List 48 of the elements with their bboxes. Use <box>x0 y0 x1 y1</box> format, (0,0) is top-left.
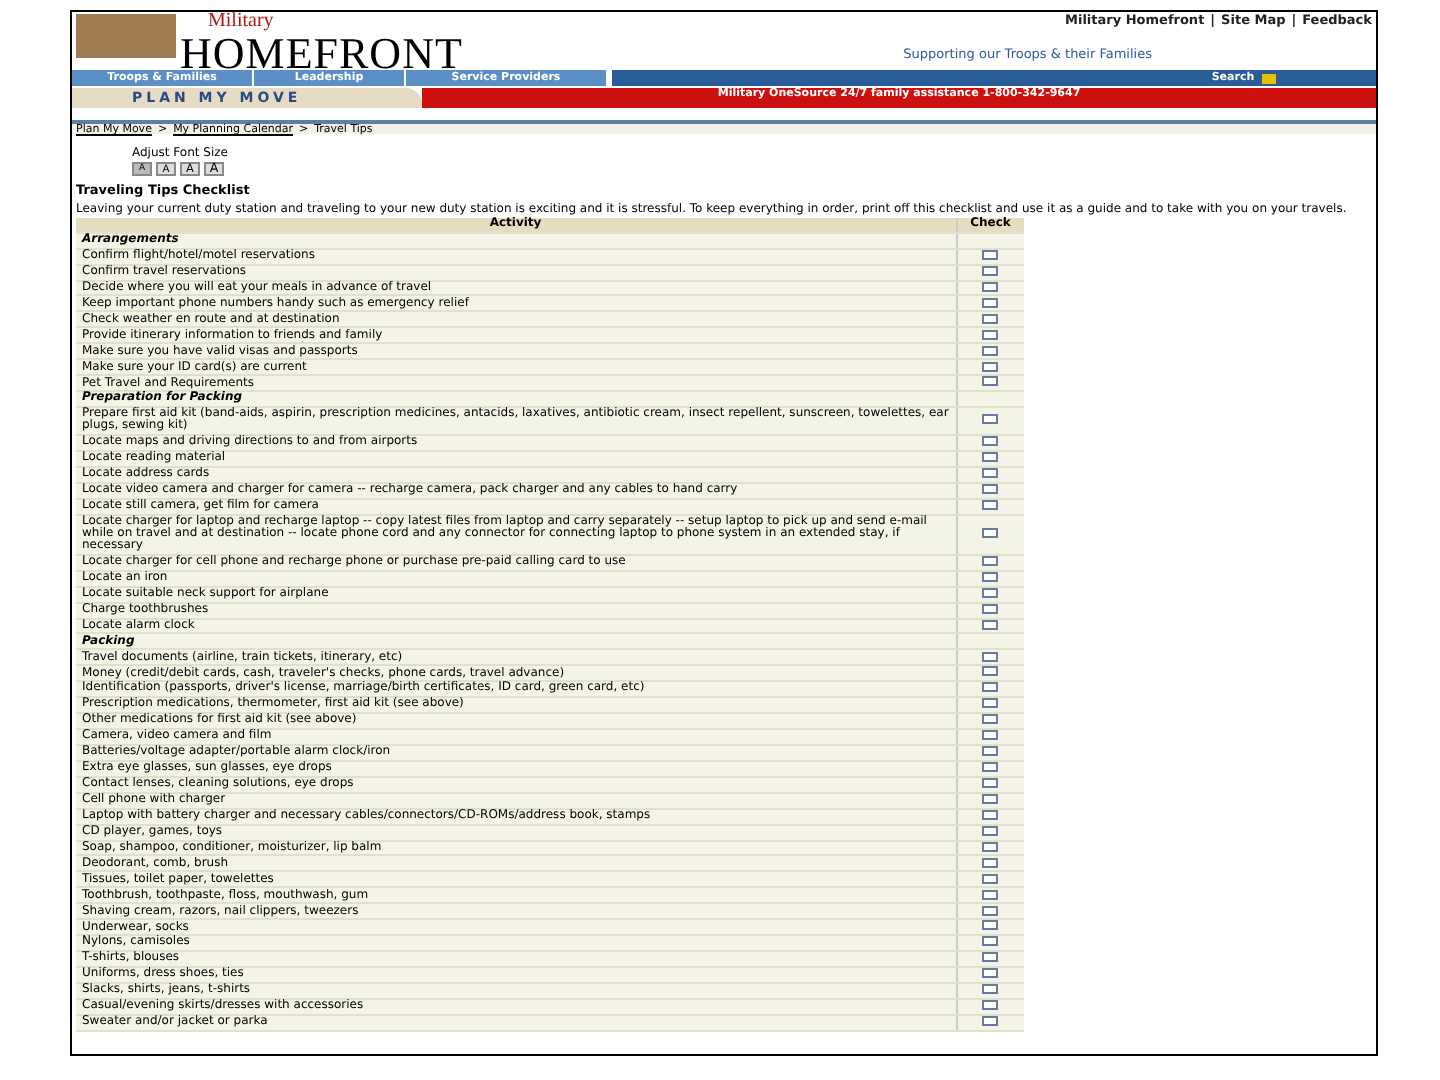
checkbox[interactable] <box>982 587 999 598</box>
checkbox[interactable] <box>982 265 999 276</box>
checkbox[interactable] <box>982 936 999 947</box>
checkbox[interactable] <box>982 841 999 852</box>
checkbox[interactable] <box>982 730 999 741</box>
checkbox[interactable] <box>982 556 999 567</box>
checkbox[interactable] <box>982 682 999 693</box>
checkbox[interactable] <box>982 452 999 463</box>
checkbox[interactable] <box>982 361 999 371</box>
checkbox[interactable] <box>982 889 999 900</box>
checkbox[interactable] <box>982 920 999 931</box>
checkbox[interactable] <box>982 499 999 510</box>
checkbox[interactable] <box>982 619 999 630</box>
search-button[interactable] <box>1262 73 1277 83</box>
checkbox[interactable] <box>982 778 999 789</box>
checkbox[interactable] <box>982 698 999 709</box>
checkbox[interactable] <box>982 313 999 324</box>
checkbox[interactable] <box>982 572 999 582</box>
checkbox[interactable] <box>982 746 999 757</box>
checkbox[interactable] <box>982 1016 999 1027</box>
checkbox[interactable] <box>982 1000 999 1011</box>
checkbox[interactable] <box>982 436 999 447</box>
checkbox[interactable] <box>982 281 999 292</box>
brand-text: Military <box>206 12 276 32</box>
checkbox[interactable] <box>982 249 999 260</box>
checkbox[interactable] <box>982 666 999 677</box>
checkbox[interactable] <box>982 825 999 836</box>
checkbox[interactable] <box>982 952 999 963</box>
checkbox[interactable] <box>982 857 999 868</box>
checkbox[interactable] <box>982 345 999 356</box>
photo-placeholder <box>76 14 176 58</box>
checkbox[interactable] <box>982 651 999 662</box>
checkbox[interactable] <box>982 809 999 820</box>
checkbox[interactable] <box>982 905 999 916</box>
checkbox[interactable] <box>982 873 999 884</box>
checkbox[interactable] <box>982 793 999 804</box>
checkbox[interactable] <box>982 414 999 425</box>
checkbox[interactable] <box>982 483 999 494</box>
checkbox[interactable] <box>982 762 999 773</box>
checkbox[interactable] <box>982 984 999 995</box>
checkbox[interactable] <box>982 376 999 387</box>
checkbox[interactable] <box>982 603 999 614</box>
checkbox[interactable] <box>982 468 999 479</box>
checkbox[interactable] <box>982 297 999 308</box>
checkbox[interactable] <box>982 968 999 979</box>
checkbox[interactable] <box>982 527 999 538</box>
checkbox[interactable] <box>982 329 999 340</box>
checkbox[interactable] <box>982 714 999 725</box>
